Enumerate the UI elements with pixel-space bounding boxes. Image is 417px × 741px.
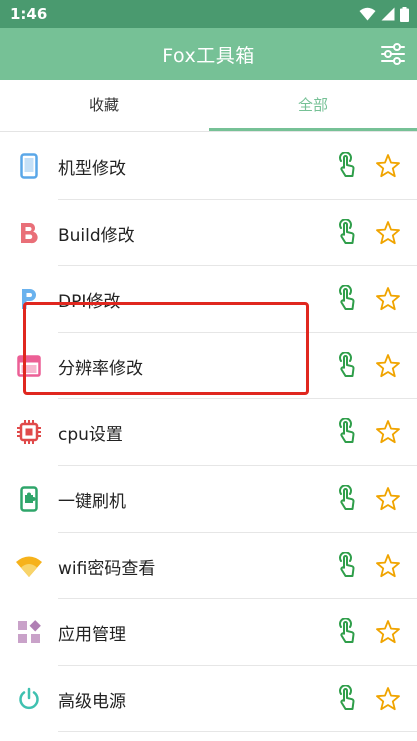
list-item-cpu-settings[interactable]: cpu设置 xyxy=(0,399,417,466)
touch-icon[interactable] xyxy=(335,418,361,446)
list-item-app-management[interactable]: 应用管理 xyxy=(0,599,417,666)
star-outline-icon[interactable] xyxy=(375,686,401,712)
list-item-label: wifi密码查看 xyxy=(58,558,156,579)
star-outline-icon[interactable] xyxy=(375,353,401,379)
phone-icon xyxy=(20,153,38,179)
touch-icon[interactable] xyxy=(335,152,361,180)
star-outline-icon[interactable] xyxy=(375,286,401,312)
touch-icon[interactable] xyxy=(335,618,361,646)
letter-p-icon xyxy=(22,289,36,310)
star-outline-icon[interactable] xyxy=(375,220,401,246)
touch-icon[interactable] xyxy=(335,551,361,580)
phone-puzzle-icon xyxy=(20,486,38,512)
tab-all[interactable]: 全部 xyxy=(209,80,417,132)
list-item-one-click-flash[interactable]: 一键刷机 xyxy=(0,466,417,533)
tab-indicator xyxy=(209,128,417,131)
star-outline-icon[interactable] xyxy=(375,486,401,512)
wifi-signal-icon xyxy=(359,7,376,21)
list-item-label: cpu设置 xyxy=(58,425,123,446)
list-item-label: 一键刷机 xyxy=(58,491,126,512)
list-item-wifi-password[interactable]: wifi密码查看 xyxy=(0,533,417,600)
tab-favorites[interactable]: 收藏 xyxy=(0,80,208,132)
window-icon xyxy=(17,355,41,377)
app-bar: Fox工具箱 xyxy=(0,28,417,80)
star-outline-icon[interactable] xyxy=(375,553,401,579)
app-grid-icon xyxy=(18,620,41,644)
list-item-advanced-power[interactable]: 高级电源 xyxy=(0,666,417,733)
status-icons xyxy=(359,6,409,22)
touch-icon[interactable] xyxy=(335,285,361,313)
list-item-label: Build修改 xyxy=(58,225,135,246)
settings-sliders-icon[interactable] xyxy=(379,40,407,68)
list-item-dpi-edit[interactable]: DPI修改 xyxy=(0,266,417,333)
status-bar: 1:46 xyxy=(0,0,417,28)
list-item-model-edit[interactable]: 机型修改 xyxy=(0,133,417,200)
power-icon xyxy=(19,687,39,709)
touch-icon[interactable] xyxy=(335,218,361,247)
cell-signal-icon xyxy=(381,7,395,21)
touch-icon[interactable] xyxy=(335,484,361,513)
list-item-label: 机型修改 xyxy=(58,159,126,179)
list-item-build-edit[interactable]: Build修改 xyxy=(0,200,417,267)
tab-bar: 收藏 全部 xyxy=(0,80,417,132)
list-item-label: 应用管理 xyxy=(58,625,126,646)
status-time: 1:46 xyxy=(10,5,48,23)
touch-icon[interactable] xyxy=(335,351,361,380)
star-outline-icon[interactable] xyxy=(375,153,401,179)
touch-icon[interactable] xyxy=(335,684,361,713)
list-item-label: DPI修改 xyxy=(58,292,121,313)
battery-icon xyxy=(400,6,409,22)
list-item-label: 高级电源 xyxy=(58,691,126,712)
cpu-chip-icon xyxy=(17,420,41,445)
list-item-resolution-edit[interactable]: 分辨率修改 xyxy=(0,333,417,400)
list-item-label: 分辨率修改 xyxy=(58,358,143,379)
star-outline-icon[interactable] xyxy=(375,619,401,645)
app-title: Fox工具箱 xyxy=(162,45,255,67)
letter-b-icon xyxy=(21,222,38,243)
tool-list: 机型修改 Build修改 DPI修改 分辨率修改 cpu设置 一键刷机 wifi… xyxy=(0,133,417,732)
star-outline-icon[interactable] xyxy=(375,419,401,445)
wifi-icon xyxy=(16,556,42,577)
